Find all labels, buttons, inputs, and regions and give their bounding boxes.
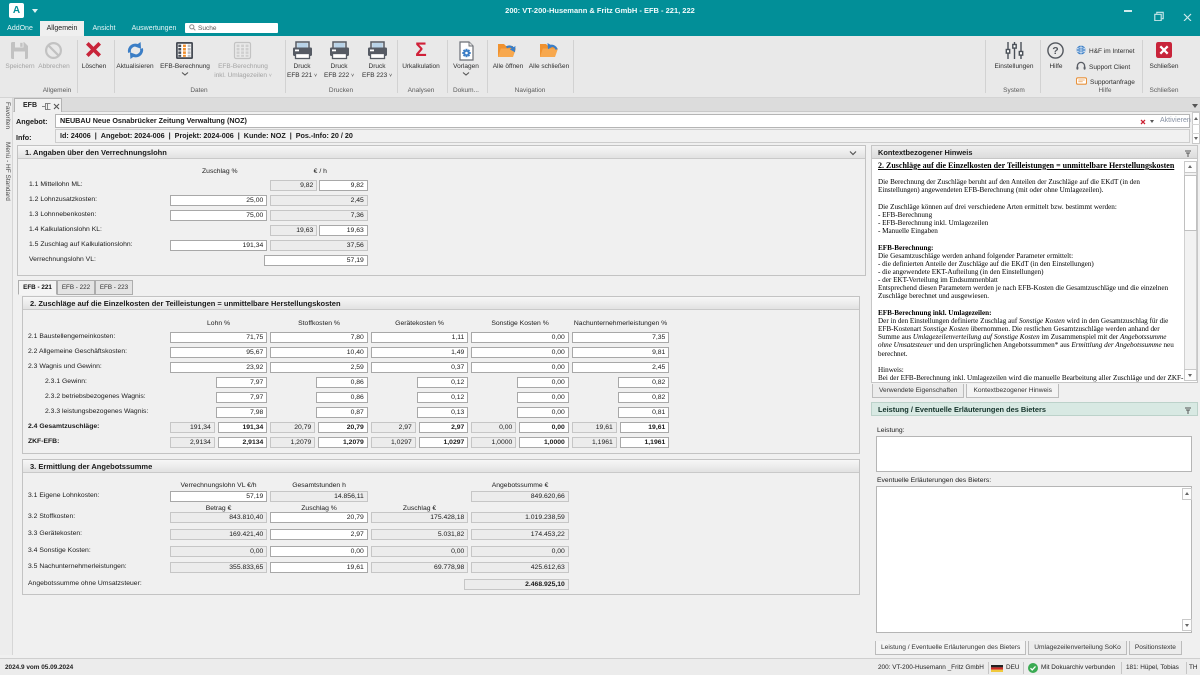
svg-text:?: ? [1052,45,1058,57]
